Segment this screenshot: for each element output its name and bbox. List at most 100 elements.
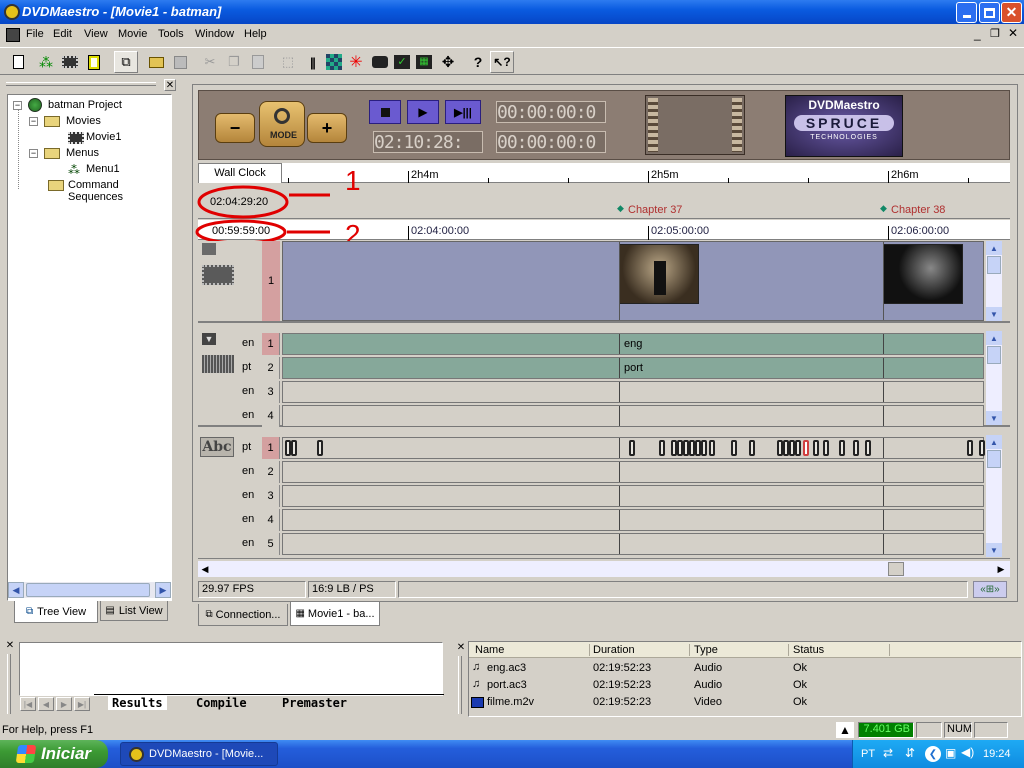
menu-movie[interactable]: Movie bbox=[118, 28, 147, 40]
video-collapse-icon[interactable] bbox=[202, 243, 216, 255]
audio-track-row[interactable]: pt 2 port bbox=[238, 357, 1010, 379]
play-button[interactable]: ▶ bbox=[407, 100, 439, 124]
tree-hscrollbar[interactable]: ◀ ▶ bbox=[8, 582, 171, 598]
subtitle-block[interactable] bbox=[701, 440, 707, 456]
help-icon[interactable]: ? bbox=[468, 52, 488, 72]
stop-button[interactable] bbox=[369, 100, 401, 124]
taskbar-task-dvdmaestro[interactable]: DVDMaestro - [Movie... bbox=[120, 742, 278, 766]
chapter-marker-icon[interactable]: ◆ bbox=[617, 203, 624, 214]
menu-file[interactable]: File bbox=[26, 28, 44, 40]
subtitle-block[interactable] bbox=[865, 440, 871, 456]
import-icon[interactable]: ⬚ bbox=[278, 52, 298, 72]
audio-lane[interactable]: eng bbox=[282, 333, 984, 355]
subtitle-block[interactable] bbox=[803, 440, 809, 456]
grid-icon[interactable] bbox=[324, 52, 344, 72]
subtitle-block[interactable] bbox=[795, 440, 801, 456]
subtitle-block[interactable] bbox=[839, 440, 845, 456]
copy-icon[interactable]: ❐ bbox=[224, 52, 244, 72]
scroll-thumb[interactable] bbox=[987, 346, 1001, 364]
subtitle-block[interactable] bbox=[823, 440, 829, 456]
zoom-out-button[interactable]: − bbox=[215, 113, 255, 143]
tab-movie1[interactable]: ▦ Movie1 - ba... bbox=[290, 602, 380, 626]
open-folder-icon[interactable] bbox=[146, 52, 166, 72]
scroll-thumb[interactable] bbox=[888, 562, 904, 576]
scroll-down-icon[interactable]: ▼ bbox=[986, 307, 1002, 321]
subtitle-block[interactable] bbox=[967, 440, 973, 456]
prev-icon[interactable]: ◀ bbox=[38, 697, 54, 711]
menu-help[interactable]: Help bbox=[244, 28, 267, 40]
tree-movie1[interactable]: Movie1 bbox=[86, 131, 121, 143]
last-icon[interactable]: ▶| bbox=[74, 697, 90, 711]
tray-icon-1[interactable]: ⇄ bbox=[883, 746, 893, 760]
subtitle-block[interactable] bbox=[979, 440, 985, 456]
save-icon[interactable] bbox=[170, 52, 190, 72]
paste-icon[interactable] bbox=[248, 52, 268, 72]
collapse-menus-icon[interactable]: − bbox=[29, 149, 38, 158]
subtitle-track-row[interactable]: en 2 bbox=[238, 461, 1010, 483]
audio-lane[interactable] bbox=[282, 405, 984, 427]
maximize-button[interactable] bbox=[979, 2, 1000, 23]
subtitle-track-row[interactable]: en 4 bbox=[238, 509, 1010, 531]
tree-project[interactable]: batman Project bbox=[48, 99, 122, 111]
tab-compile[interactable]: Compile bbox=[196, 696, 247, 710]
scroll-up-icon[interactable]: ▲ bbox=[986, 331, 1002, 345]
mdi-minimize-icon[interactable]: _ bbox=[974, 27, 981, 41]
subtitle-block[interactable] bbox=[659, 440, 665, 456]
red-star-icon[interactable]: ✳ bbox=[346, 52, 366, 72]
audio-lane[interactable] bbox=[282, 381, 984, 403]
tray-icon-3[interactable]: ▣ bbox=[945, 746, 956, 760]
assets-close-icon[interactable]: ✕ bbox=[456, 642, 466, 653]
table-row[interactable]: ♫ eng.ac3 02:19:52:23 Audio Ok bbox=[469, 660, 1021, 677]
scroll-down-icon[interactable]: ▼ bbox=[986, 543, 1002, 557]
video-thumbnail-1[interactable] bbox=[619, 244, 699, 304]
video-thumbnail-2[interactable] bbox=[883, 244, 963, 304]
tree-commands[interactable]: Command Sequences bbox=[68, 179, 171, 203]
script-icon[interactable] bbox=[84, 52, 104, 72]
subtitle-lane[interactable] bbox=[282, 437, 985, 459]
subtitle-lane[interactable] bbox=[282, 509, 984, 531]
subtitle-lane[interactable] bbox=[282, 461, 984, 483]
move-icon[interactable]: ✥ bbox=[438, 52, 458, 72]
project-tree-icon[interactable]: ⁂ bbox=[36, 52, 56, 72]
output-close-icon[interactable]: ✕ bbox=[5, 640, 15, 651]
scroll-up-icon[interactable]: ▲ bbox=[986, 435, 1002, 449]
video-lane[interactable] bbox=[282, 241, 984, 321]
subtitle-block[interactable] bbox=[853, 440, 859, 456]
menu-window[interactable]: Window bbox=[195, 28, 234, 40]
video-vscrollbar[interactable]: ▲ ▼ bbox=[986, 241, 1002, 321]
subtitle-lane[interactable] bbox=[282, 533, 984, 555]
tab-tree-view[interactable]: ⧉ Tree View bbox=[14, 601, 98, 623]
subtitle-block[interactable] bbox=[731, 440, 737, 456]
start-button[interactable]: Iniciar bbox=[0, 740, 108, 768]
subtitle-vscrollbar[interactable]: ▲ ▼ bbox=[986, 435, 1002, 557]
subtitle-block[interactable] bbox=[709, 440, 715, 456]
scroll-right-button[interactable]: ▶ bbox=[155, 582, 171, 598]
mdi-restore-icon[interactable]: ❐ bbox=[990, 27, 1000, 40]
subtitle-block[interactable] bbox=[291, 440, 297, 456]
scroll-thumb[interactable] bbox=[987, 450, 1001, 468]
col-type[interactable]: Type bbox=[694, 644, 718, 656]
tab-results[interactable]: Results bbox=[108, 696, 167, 710]
col-duration[interactable]: Duration bbox=[593, 644, 635, 656]
mode-button[interactable]: MODE bbox=[259, 101, 305, 147]
subtitle-track-row[interactable]: en 5 bbox=[238, 533, 1010, 555]
subtitle-track-row[interactable]: en 3 bbox=[238, 485, 1010, 507]
subtitle-block[interactable] bbox=[629, 440, 635, 456]
menu-edit[interactable]: Edit bbox=[53, 28, 72, 40]
subtitle-track-row[interactable]: pt 1 bbox=[238, 437, 1010, 459]
step-button[interactable]: ▶||| bbox=[445, 100, 481, 124]
doc-icon[interactable] bbox=[6, 28, 20, 42]
green-check-icon[interactable]: ✓ bbox=[392, 52, 412, 72]
scroll-down-icon[interactable]: ▼ bbox=[986, 411, 1002, 425]
first-icon[interactable]: |◀ bbox=[20, 697, 36, 711]
connection-icon[interactable]: ⧉ bbox=[114, 51, 138, 73]
collapse-movies-icon[interactable]: − bbox=[29, 117, 38, 126]
scroll-left-button[interactable]: ◀ bbox=[8, 582, 24, 598]
barcode-icon[interactable]: ||| bbox=[302, 52, 322, 72]
scroll-left-button[interactable]: ◀ bbox=[198, 561, 212, 577]
context-help-icon[interactable]: ↖? bbox=[490, 51, 514, 73]
mdi-close-icon[interactable]: ✕ bbox=[1008, 26, 1018, 40]
scroll-thumb[interactable] bbox=[26, 583, 150, 597]
col-status[interactable]: Status bbox=[793, 644, 824, 656]
chapter-38[interactable]: Chapter 38 bbox=[891, 204, 945, 216]
